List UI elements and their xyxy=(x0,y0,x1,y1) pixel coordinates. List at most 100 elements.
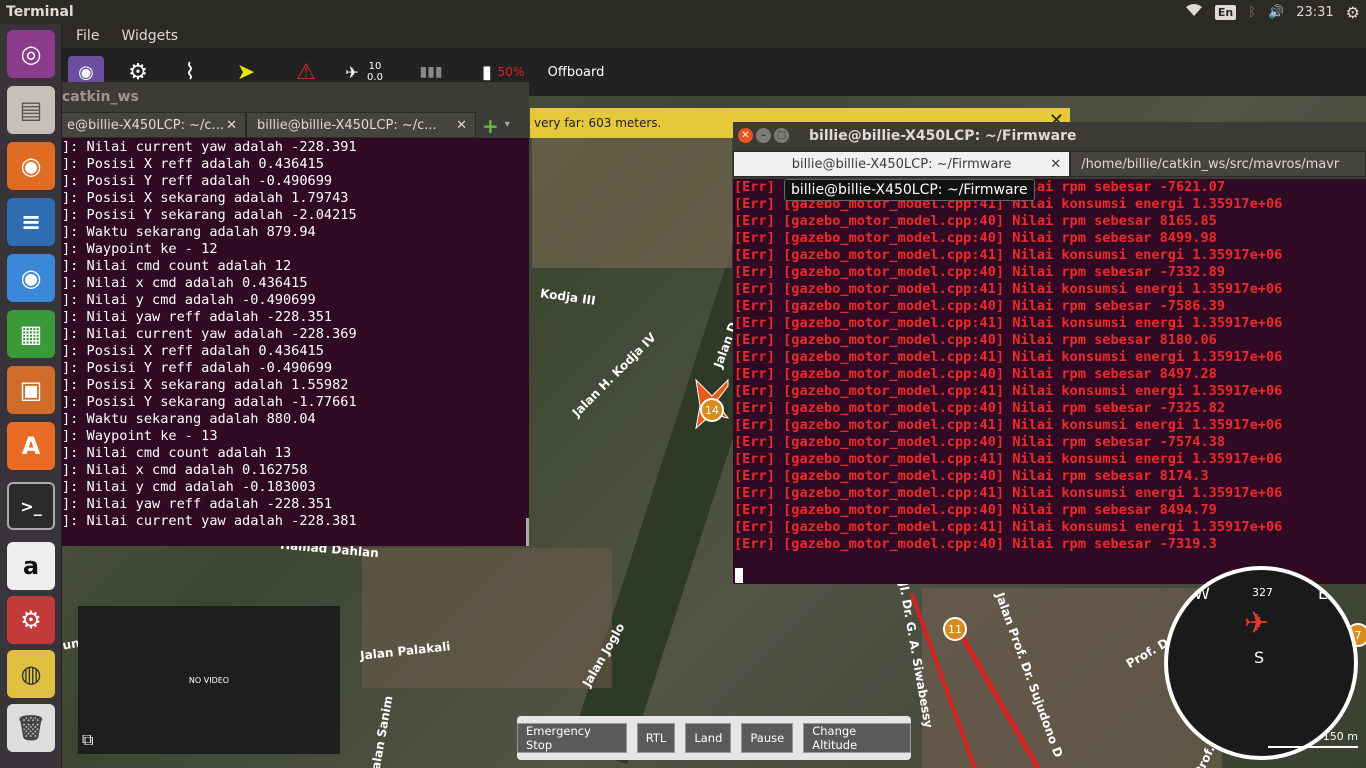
gps-satellite-count: 10 xyxy=(368,61,382,72)
terminal-line: [Err] [gazebo_motor_model.cpp:40] Nilai … xyxy=(734,536,1217,552)
terminal-icon[interactable]: >_ xyxy=(7,482,55,530)
terminal-line: ]: Nilai cmd count adalah 13 xyxy=(62,445,292,461)
terminal-window-firmware[interactable]: ✕ – □ billie@billie-X450LCP: ~/Firmware … xyxy=(733,122,1366,584)
terminal-line: [Err] [gazebo_motor_model.cpp:40] Nilai … xyxy=(734,230,1217,246)
terminal-line: ]: Nilai current yaw adalah -228.369 xyxy=(62,326,357,342)
terminal-line: [Err] [gazebo_motor_model.cpp:40] Nilai … xyxy=(734,434,1226,450)
terminal-line: [Err] [gazebo_motor_model.cpp:41] Nilai … xyxy=(734,281,1283,297)
window-title: catkin_ws xyxy=(62,89,139,105)
terminal-line: ]: Waypoint ke - 13 xyxy=(62,428,218,444)
software-center-icon[interactable]: A xyxy=(7,422,55,470)
window-titlebar[interactable]: catkin_ws xyxy=(62,82,529,112)
terminal-line: [Err] [gazebo_motor_model.cpp:41] Nilai … xyxy=(734,383,1283,399)
tab-menu-icon[interactable]: ▾ xyxy=(505,119,510,130)
writer-icon[interactable]: ≡ xyxy=(7,198,55,246)
compass-west: W xyxy=(1194,584,1210,603)
terminal-line: [Err] [gazebo_motor_model.cpp:40] Nilai … xyxy=(734,366,1217,382)
video-panel[interactable]: NO VIDEO ⧉ xyxy=(78,606,340,754)
close-window-icon[interactable]: ✕ xyxy=(738,128,753,143)
calc-icon[interactable]: ▦ xyxy=(7,310,55,358)
terminal-line: [Err] [gazebo_motor_model.cpp:41] Nilai … xyxy=(734,451,1283,467)
terminal-line: [Err] [gazebo_motor_model.cpp:40] Nilai … xyxy=(734,264,1226,280)
terminal-line: ]: Nilai cmd count adalah 12 xyxy=(62,258,292,274)
minimize-window-icon[interactable]: – xyxy=(756,128,771,143)
close-tab-icon[interactable]: ✕ xyxy=(226,118,237,133)
firefox-icon[interactable]: ◉ xyxy=(7,142,55,190)
top-panel: Terminal En ᛒ 🔊 23:31 ⚙ xyxy=(0,0,1366,24)
terminal-line: ]: Nilai current yaw adalah -228.381 xyxy=(62,513,357,529)
terminal-output[interactable]: [Err] [gazebo_motor_model.cpp:40] Nilai … xyxy=(733,179,1366,553)
terminal-output[interactable]: ]: Nilai current yaw adalah -228.391]: P… xyxy=(62,138,529,530)
compass-south: S xyxy=(1254,648,1265,667)
no-video-label: NO VIDEO xyxy=(188,675,230,685)
terminal-line: ]: Nilai y cmd adalah -0.490699 xyxy=(62,292,316,308)
files-icon[interactable]: ▤ xyxy=(7,86,55,134)
maximize-window-icon[interactable]: □ xyxy=(774,128,789,143)
amazon-icon[interactable]: a xyxy=(7,542,55,590)
volume-icon[interactable]: 🔊 xyxy=(1268,5,1284,20)
pause-button[interactable]: Pause xyxy=(741,723,794,753)
chromium-icon[interactable]: ◉ xyxy=(7,254,55,302)
tab-tooltip: billie@billie-X450LCP: ~/Firmware xyxy=(784,179,1035,201)
terminal-line: ]: Nilai x cmd adalah 0.436415 xyxy=(62,275,308,291)
rtl-button[interactable]: RTL xyxy=(636,723,676,753)
terminal-line: ]: Nilai current yaw adalah -228.391 xyxy=(62,139,357,155)
app-menubar: File Widgets xyxy=(62,24,1366,48)
terminal-tab-active[interactable]: billie@billie-X450LCP: ~/Firmware ✕ xyxy=(733,151,1071,177)
close-tab-icon[interactable]: ✕ xyxy=(456,118,467,133)
compass-east: E xyxy=(1318,584,1329,603)
ubuntu-logo-icon[interactable]: ◎ xyxy=(7,30,55,78)
emergency-stop-button[interactable]: Emergency Stop xyxy=(517,723,627,753)
terminal-line: [Err] [gazebo_motor_model.cpp:41] Nilai … xyxy=(734,417,1283,433)
launcher: ◎ ▤ ◉ ≡ ◉ ▦ ▣ A >_ a ⚙ ◍ 🗑 xyxy=(0,24,62,768)
bluetooth-icon[interactable]: ᛒ xyxy=(1248,5,1256,20)
terminal-line: ]: Posisi Y reff adalah -0.490699 xyxy=(62,360,333,376)
impress-icon[interactable]: ▣ xyxy=(7,366,55,414)
tab-bar: e@billie-X450LCP: ~/c... ✕ billie@billie-… xyxy=(62,112,529,138)
keyboard-layout-indicator[interactable]: En xyxy=(1214,4,1237,20)
expand-video-icon[interactable]: ⧉ xyxy=(82,730,93,750)
terminal-line: ]: Nilai y cmd adalah -0.183003 xyxy=(62,479,316,495)
terminal-line: ]: Nilai yaw reff adalah -228.351 xyxy=(62,496,333,512)
flight-mode[interactable]: Offboard xyxy=(546,56,606,88)
trash-icon[interactable]: 🗑 xyxy=(7,704,55,752)
terminal-line: [Err] [gazebo_motor_model.cpp:40] Nilai … xyxy=(734,298,1226,314)
terminal-line: ]: Nilai yaw reff adalah -228.351 xyxy=(62,309,333,325)
wifi-icon[interactable] xyxy=(1185,3,1203,21)
terminal-line: ]: Posisi X sekarang adalah 1.79743 xyxy=(62,190,349,206)
gear-icon[interactable]: ⚙ xyxy=(1346,3,1360,22)
terminal-line: [Err] [gazebo_motor_model.cpp:40] Nilai … xyxy=(734,400,1226,416)
terminal-line: [Err] [gazebo_motor_model.cpp:41] Nilai … xyxy=(734,519,1283,535)
terminal-line: ]: Waktu sekarang adalah 879.94 xyxy=(62,224,316,240)
terminal-tab[interactable]: /home/billie/catkin_ws/src/mavros/mavr xyxy=(1070,151,1366,177)
system-settings-icon[interactable]: ⚙ xyxy=(7,596,55,644)
clock[interactable]: 23:31 xyxy=(1296,5,1333,20)
compass-heading: 327 xyxy=(1252,586,1273,599)
terminal-line: ]: Nilai x cmd adalah 0.162758 xyxy=(62,462,308,478)
terminal-line: [Err] [gazebo_motor_model.cpp:41] Nilai … xyxy=(734,485,1283,501)
guided-action-bar: Emergency Stop RTL Land Pause Change Alt… xyxy=(517,716,911,760)
terminal-line: ]: Posisi Y sekarang adalah -2.04215 xyxy=(62,207,357,223)
menu-widgets[interactable]: Widgets xyxy=(121,28,178,44)
terminal-line: ]: Posisi X reff adalah 0.436415 xyxy=(62,343,324,359)
scrollbar[interactable] xyxy=(526,518,529,546)
terminal-tab[interactable]: billie@billie-X450LCP: ~/c... ✕ xyxy=(246,112,476,138)
notice-text: very far: 603 meters. xyxy=(534,116,662,130)
terminal-line: [Err] [gazebo_motor_model.cpp:41] Nilai … xyxy=(734,315,1283,331)
waypoint-marker[interactable]: 11 xyxy=(943,617,967,641)
close-tab-icon[interactable]: ✕ xyxy=(1050,157,1061,172)
map-scale: 150 m xyxy=(1268,730,1358,750)
terminal-line: ]: Waypoint ke - 12 xyxy=(62,241,218,257)
window-titlebar[interactable]: ✕ – □ billie@billie-X450LCP: ~/Firmware xyxy=(733,122,1366,149)
menu-file[interactable]: File xyxy=(76,28,99,44)
change-altitude-button[interactable]: Change Altitude xyxy=(803,723,911,753)
terminal-line: [Err] [gazebo_motor_model.cpp:40] Nilai … xyxy=(734,468,1209,484)
new-tab-icon[interactable]: + xyxy=(482,114,499,138)
terminal-tab[interactable]: e@billie-X450LCP: ~/c... ✕ xyxy=(62,112,246,138)
land-button[interactable]: Land xyxy=(685,723,732,753)
terminal-line: ]: Posisi X reff adalah 0.436415 xyxy=(62,156,324,172)
qgroundcontrol-icon[interactable]: ◍ xyxy=(7,650,55,698)
terminal-window-catkin[interactable]: catkin_ws e@billie-X450LCP: ~/c... ✕ bill… xyxy=(62,82,529,546)
terminal-line: [Err] [gazebo_motor_model.cpp:40] Nilai … xyxy=(734,332,1217,348)
waypoint-marker[interactable]: 14 xyxy=(700,398,724,422)
